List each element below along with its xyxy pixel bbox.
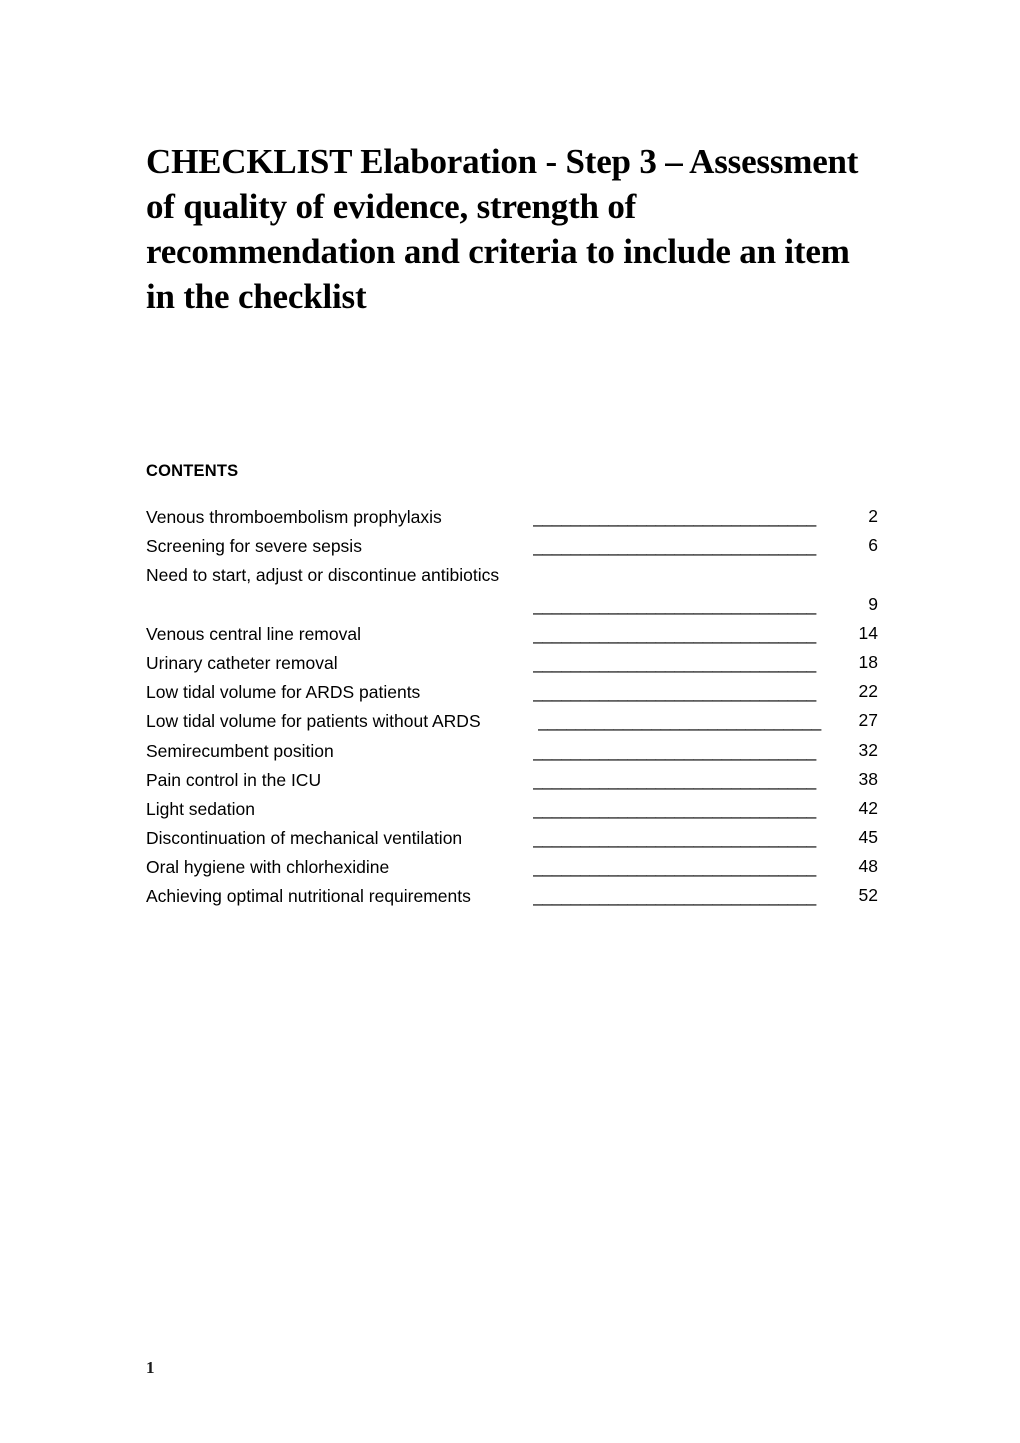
toc-entry-page-number: 6 [868, 535, 878, 556]
toc-leader-line: ______________________________ [533, 682, 816, 703]
toc-entry[interactable]: Low tidal volume for ARDS patients ______… [146, 678, 878, 707]
toc-entry-label: Light sedation [146, 798, 255, 819]
toc-entry-label: Urinary catheter removal [146, 652, 338, 673]
toc-entry-label: Pain control in the ICU [146, 769, 322, 790]
toc-leader-line: ______________________________ [533, 828, 816, 849]
toc-entry-page-number: 18 [858, 651, 878, 672]
toc-entry[interactable]: Screening for severe sepsis _____________… [146, 532, 878, 561]
toc-entry-page-number: 48 [858, 856, 878, 877]
toc-leader-line: ______________________________ [533, 652, 816, 673]
toc-entry-page-number: 27 [858, 710, 878, 731]
toc-entry-page-number: 45 [858, 827, 878, 848]
toc-entry[interactable]: Pain control in the ICU _________________… [146, 766, 878, 795]
toc-leader-line: ______________________________ [533, 886, 816, 907]
toc-entry-label: Discontinuation of mechanical ventilatio… [146, 828, 463, 849]
toc-entry-label: Oral hygiene with chlorhexidine [146, 857, 390, 878]
toc-entry-label: Semirecumbent position [146, 740, 334, 761]
contents-heading: CONTENTS [146, 462, 239, 480]
toc-leader-line: ______________________________ [533, 769, 816, 790]
toc-leader-line: ______________________________ [533, 507, 816, 527]
toc-entry-label: Screening for severe sepsis [146, 536, 362, 557]
toc-entry-label: Achieving optimal nutritional requiremen… [146, 886, 471, 907]
toc-entry-page-number: 32 [858, 739, 878, 760]
toc-entry[interactable]: Semirecumbent position __________________… [146, 737, 878, 766]
toc-entry[interactable]: Achieving optimal nutritional requiremen… [146, 882, 878, 911]
toc-entry[interactable]: Oral hygiene with chlorhexidine _________… [146, 853, 878, 882]
table-of-contents: Venous thromboembolism prophylaxis ______… [146, 503, 878, 912]
toc-leader-line: ______________________________ [533, 857, 816, 878]
toc-entry-page-number: 52 [858, 885, 878, 906]
toc-leader-line: ______________________________ [533, 798, 816, 819]
toc-entry[interactable]: Urinary catheter removal ________________… [146, 649, 878, 678]
toc-leader-line: ______________________________ [533, 594, 816, 615]
toc-entry-label: Venous central line removal [146, 623, 361, 644]
toc-entry[interactable]: Venous thromboembolism prophylaxis ______… [146, 503, 878, 532]
toc-leader-line: ______________________________ [538, 711, 821, 732]
toc-entry[interactable]: Low tidal volume for patients without AR… [146, 707, 878, 736]
toc-leader-line: ______________________________ [533, 623, 816, 644]
toc-entry-page-number: 2 [868, 506, 878, 526]
toc-entry-label: Low tidal volume for ARDS patients [146, 682, 421, 703]
page-title: CHECKLIST Elaboration - Step 3 – Assessm… [146, 142, 859, 317]
toc-entry-page-number: 14 [858, 622, 878, 643]
toc-entry-label: Low tidal volume for patients without AR… [146, 711, 481, 732]
document-page: CHECKLIST Elaboration - Step 3 – Assessm… [0, 0, 1020, 1443]
toc-entry-label: Venous thromboembolism prophylaxis [146, 507, 442, 527]
toc-leader-line: ______________________________ [533, 740, 816, 761]
toc-leader-line: ______________________________ [533, 536, 816, 557]
footer-page-number: 1 [146, 1358, 155, 1377]
toc-entry-page-number: 22 [858, 681, 878, 702]
toc-entry-label: Need to start, adjust or discontinue ant… [146, 565, 500, 586]
toc-entry-page-number: 9 [868, 593, 878, 614]
toc-entry[interactable]: Venous central line removal _____________… [146, 620, 878, 649]
toc-entry[interactable]: Need to start, adjust or discontinue ant… [146, 561, 878, 619]
toc-entry[interactable]: Discontinuation of mechanical ventilatio… [146, 824, 878, 853]
toc-entry-page-number: 38 [858, 768, 878, 789]
toc-entry[interactable]: Light sedation __________________________… [146, 795, 878, 824]
toc-entry-page-number: 42 [858, 797, 878, 818]
